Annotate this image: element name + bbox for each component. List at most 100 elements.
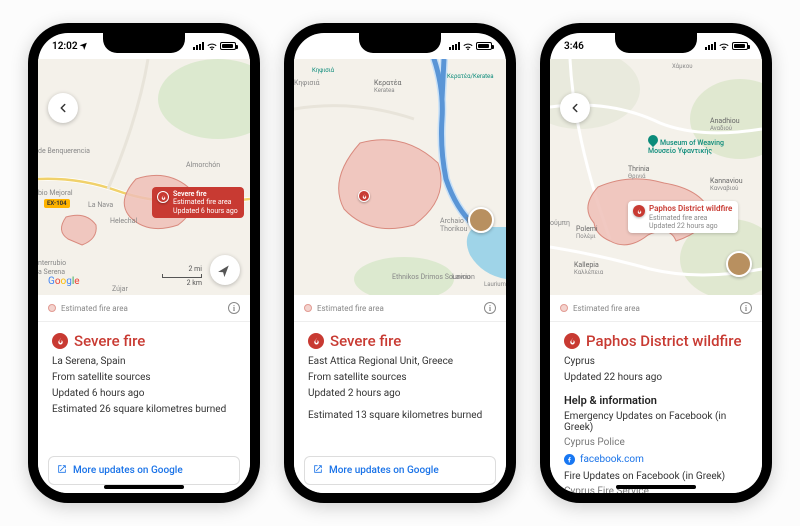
map-label: ThriniaΘρινιά <box>628 165 649 180</box>
sheet-body: Severe fire East Attica Regional Unit, Gr… <box>294 322 506 452</box>
fire-callout[interactable]: Paphos District wildfireEstimated fire a… <box>628 201 738 233</box>
map-label: Zújar <box>112 285 128 293</box>
fire-icon <box>564 333 580 349</box>
more-updates-button[interactable]: More updates on Google <box>48 456 240 485</box>
event-title: Severe fire <box>330 332 401 350</box>
phone-mockup: 12:02➤ de Benquerencia Almorchón bio Mejora… <box>28 23 260 503</box>
poi-label: Museum of Weaving Μουσείο Υφαντικής <box>648 139 724 155</box>
screen: 3:46ChromeΧάμκουAnadhiouΑναδιούThriniaΘρ… <box>550 33 762 493</box>
sheet-body: Severe fireLa Serena, SpainFrom satellit… <box>38 322 250 452</box>
legend-swatch-icon <box>304 304 312 312</box>
photo-pin[interactable] <box>468 207 494 233</box>
map-label: KannaviouΚανναβιού <box>710 177 743 192</box>
map[interactable]: ΚηφισιάKηφισιάΚερατέαKerateaΚερατέα/Kera… <box>294 59 506 295</box>
info-icon[interactable]: i <box>228 302 240 314</box>
callout-subtitle: Estimated fire area <box>649 214 732 222</box>
poi-marker[interactable]: Museum of Weaving Μουσείο Υφαντικής <box>648 135 728 155</box>
event-meta-line: East Attica Regional Unit, Greece <box>308 354 492 370</box>
photo-pin[interactable] <box>726 251 752 277</box>
callout-title: Paphos District wildfire <box>649 204 732 214</box>
info-sheet: Estimated fire areai Severe fire East Atti… <box>294 295 506 493</box>
callout-subtitle: Estimated fire area <box>173 198 238 206</box>
device-notch <box>615 33 697 53</box>
map-label: KallepiaΚαλλέπεια <box>574 261 603 276</box>
facebook-icon <box>564 454 575 465</box>
map-label: PolemiΠολέμι <box>576 225 598 240</box>
event-meta-line: From satellite sources <box>52 370 236 386</box>
back-button[interactable] <box>560 93 590 123</box>
fire-icon <box>633 205 645 217</box>
map-label: La Nava <box>88 201 113 209</box>
phone-mockup: 3:46ChromeΧάμκουAnadhiouΑναδιούThriniaΘρ… <box>540 23 772 503</box>
open-external-icon <box>57 464 67 477</box>
map-label: ούμπη <box>550 219 570 227</box>
more-updates-label: More updates on Google <box>73 465 183 476</box>
map-label: ΚερατέαKeratea <box>374 79 401 94</box>
back-button[interactable] <box>48 93 78 123</box>
signal-icon <box>193 42 204 50</box>
map-scale: 2 mi2 km <box>162 265 202 287</box>
status-time: 3:46 <box>564 41 584 52</box>
recenter-button[interactable] <box>210 255 240 285</box>
help-section-title: Help & information <box>564 394 748 407</box>
wifi-icon <box>719 43 729 50</box>
map-label: Lavrion <box>452 273 475 281</box>
event-meta-line: From satellite sources <box>308 370 492 386</box>
more-updates-button[interactable]: More updates on Google <box>304 456 496 485</box>
map-label: bio Mejoral <box>38 189 73 197</box>
battery-icon <box>220 42 236 50</box>
map-label: Χάμκου <box>672 63 693 70</box>
sheet-legend-row: Estimated fire area i <box>38 295 250 322</box>
help-link-source: Cyprus Police <box>564 435 748 451</box>
event-meta-line: Cyprus <box>564 354 748 370</box>
map[interactable]: de Benquerencia Almorchón bio Mejoral La Na… <box>38 59 250 295</box>
event-meta-line: Estimated 13 square kilometres burned <box>308 408 492 424</box>
map-label: Kηφισιά <box>312 67 334 74</box>
home-indicator <box>616 485 696 489</box>
event-title: Paphos District wildfire <box>586 332 742 350</box>
status-time: 12:02 <box>52 41 78 52</box>
map-label: a Serena <box>38 268 65 276</box>
signal-icon <box>705 42 716 50</box>
fire-marker-icon[interactable] <box>358 190 370 202</box>
route-shield: EX-104 <box>44 199 70 208</box>
facebook-link-text: facebook.com <box>580 454 644 465</box>
legend-label: Estimated fire area <box>573 304 640 313</box>
screen: ΚηφισιάKηφισιάΚερατέαKerateaΚερατέα/Kera… <box>294 33 506 493</box>
info-sheet: Estimated fire area i Severe fireLa Serena… <box>38 295 250 493</box>
legend-swatch-icon <box>48 304 56 312</box>
event-meta-line: La Serena, Spain <box>52 354 236 370</box>
device-notch <box>103 33 185 53</box>
help-link[interactable]: Emergency Updates on Facebook (in Greek) <box>564 411 748 433</box>
wifi-icon <box>463 43 473 50</box>
screen: 12:02➤ de Benquerencia Almorchón bio Mejora… <box>38 33 250 493</box>
map-label: Κηφισιά <box>294 79 320 87</box>
battery-icon <box>476 42 492 50</box>
google-logo: Google <box>48 276 80 287</box>
home-indicator <box>104 485 184 489</box>
map[interactable]: ΧάμκουAnadhiouΑναδιούThriniaΘρινιάKannav… <box>550 59 762 295</box>
map-label: nterrubio <box>38 259 66 267</box>
battery-icon <box>732 42 748 50</box>
legend-label: Estimated fire area <box>61 304 128 313</box>
event-meta-line: Updated 22 hours ago <box>564 370 748 386</box>
map-label: Helechal <box>110 217 137 225</box>
event-meta-line: Updated 2 hours ago <box>308 386 492 402</box>
help-link[interactable]: Fire Updates on Facebook (in Greek) <box>564 471 748 482</box>
map-label: Laurium <box>484 281 506 288</box>
legend-swatch-icon <box>560 304 568 312</box>
poi-pin-icon <box>646 133 660 147</box>
map-label: de Benquerencia <box>38 147 90 155</box>
info-icon[interactable]: i <box>484 302 496 314</box>
wifi-icon <box>207 43 217 50</box>
location-arrow-icon: ➤ <box>78 40 90 52</box>
fire-icon <box>157 191 169 203</box>
fire-callout[interactable]: Severe fireEstimated fire areaUpdated 6 … <box>152 187 244 218</box>
callout-updated: Updated 6 hours ago <box>173 207 238 215</box>
phone-mockup: ΚηφισιάKηφισιάΚερατέαKerateaΚερατέα/Kera… <box>284 23 516 503</box>
map-label: Almorchón <box>186 161 220 169</box>
sheet-legend-row: Estimated fire areai <box>294 295 506 322</box>
info-icon[interactable]: i <box>740 302 752 314</box>
callout-updated: Updated 22 hours ago <box>649 222 732 230</box>
facebook-link[interactable]: facebook.com <box>564 454 748 465</box>
